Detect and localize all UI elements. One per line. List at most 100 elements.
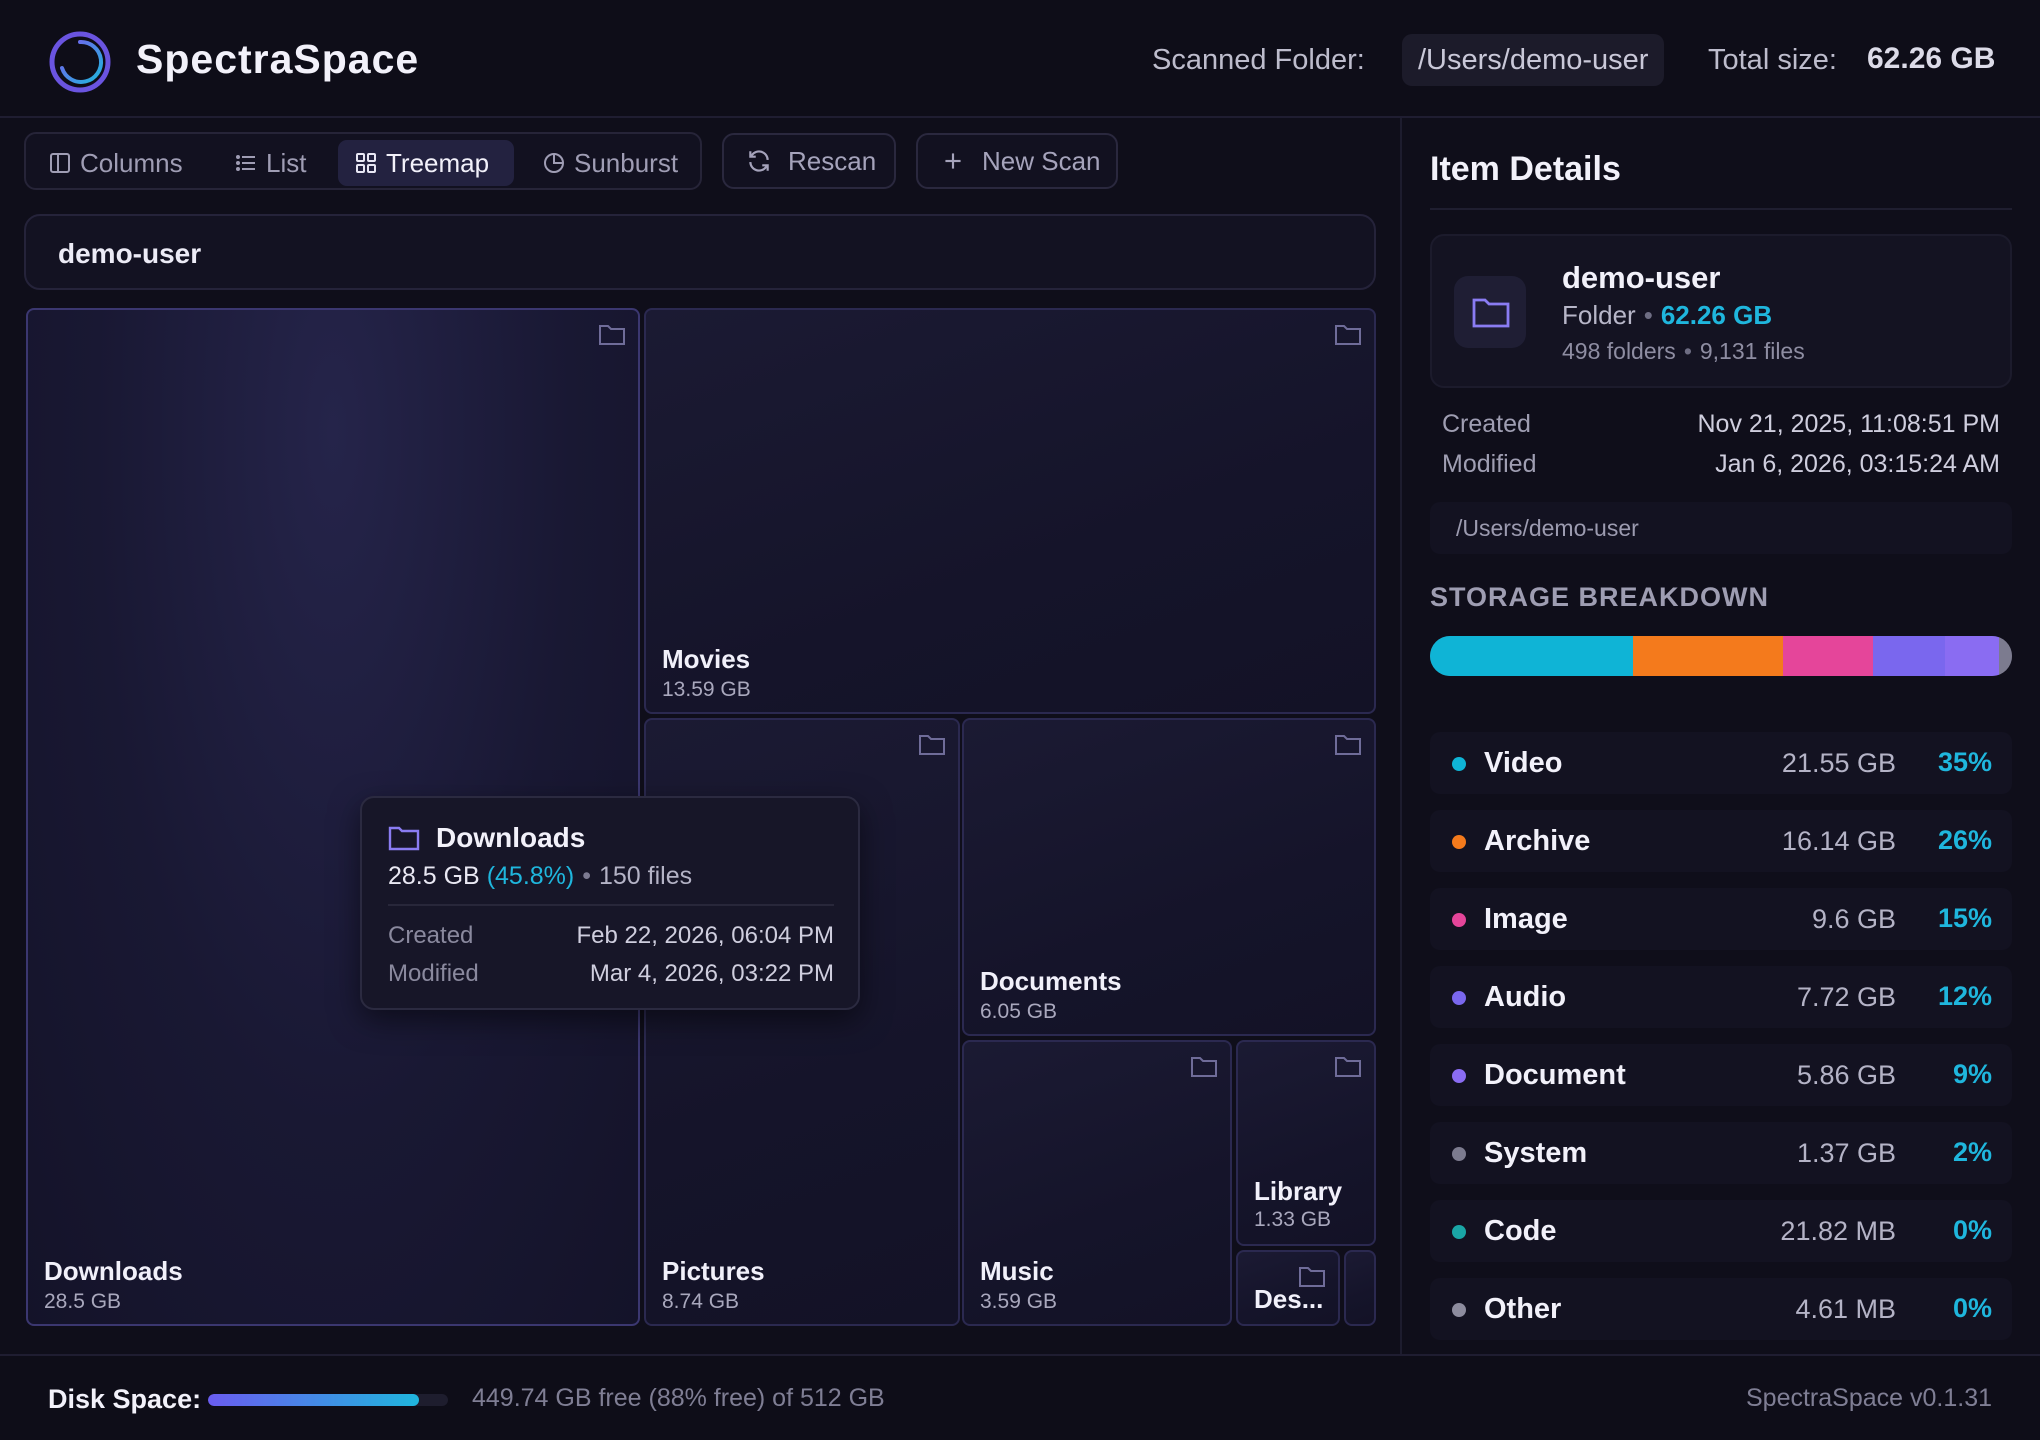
view-sunburst-label: Sunburst (574, 148, 679, 178)
storage-segment-archive (1632, 636, 1784, 676)
columns-icon (50, 153, 70, 173)
details-divider (1430, 208, 2012, 210)
view-sunburst-button[interactable]: Sunburst (526, 140, 690, 186)
details-files: 9,131 files (1699, 338, 1805, 364)
category-name: Audio (1484, 981, 1567, 1013)
details-created-value: Nov 21, 2025, 11:08:51 PM (1697, 410, 2000, 438)
category-size: 9.6 GB (1811, 904, 1896, 934)
category-color-dot (1452, 913, 1466, 927)
tile-name: Downloads (44, 1256, 183, 1286)
storage-breakdown-bar (1430, 636, 2012, 676)
details-counts: 498 folders • 9,131 files (1562, 338, 1805, 365)
details-created-label: Created (1442, 410, 1531, 438)
view-columns-button[interactable]: Columns (32, 140, 202, 186)
tile-size: 8.74 GB (662, 1290, 740, 1313)
status-bar: Disk Space: 449.74 GB free (88% free) of… (0, 1354, 2040, 1440)
details-path-box[interactable]: /Users/demo-user (1430, 502, 2012, 554)
folder-icon (1191, 1057, 1217, 1077)
storage-category-row[interactable]: Audio 7.72 GB 12% (1430, 966, 2012, 1028)
disk-space-label: Disk Space: (48, 1384, 202, 1414)
treemap-tile-movies[interactable]: Movies 13.59 GB (644, 308, 1376, 714)
view-treemap-button[interactable]: Treemap (338, 140, 514, 186)
rescan-label: Rescan (788, 146, 877, 176)
folder-icon (599, 325, 625, 345)
category-percent: 26% (1937, 825, 1992, 855)
total-size-value: 62.26 GB (1867, 42, 1996, 75)
category-percent: 12% (1937, 981, 1992, 1011)
category-color-dot (1452, 1069, 1466, 1083)
treemap-tile-desktop[interactable]: Des... (1236, 1250, 1340, 1326)
category-name: Document (1484, 1059, 1626, 1091)
tooltip-created-value: Feb 22, 2026, 06:04 PM (576, 922, 834, 949)
tile-size: 3.59 GB (980, 1290, 1058, 1313)
details-type: Folder (1562, 300, 1636, 330)
app-header: SpectraSpace Scanned Folder: /Users/demo… (0, 0, 2040, 118)
tile-size: 28.5 GB (44, 1290, 122, 1313)
new-scan-button[interactable]: New Scan (916, 133, 1118, 189)
details-folder-badge (1454, 276, 1526, 348)
category-percent: 2% (1952, 1137, 1992, 1167)
category-name: Video (1484, 747, 1563, 779)
tooltip-size: 28.5 GB (388, 862, 480, 890)
treemap-tile-library[interactable]: Library 1.33 GB (1236, 1040, 1376, 1246)
treemap-tile-small[interactable] (1344, 1250, 1376, 1326)
storage-breakdown-title: STORAGE BREAKDOWN (1430, 582, 1770, 612)
tile-size: 13.59 GB (662, 678, 751, 701)
tooltip-divider (388, 904, 834, 906)
tile-name: Music (980, 1256, 1054, 1286)
category-percent: 0% (1952, 1215, 1992, 1245)
category-size: 21.55 GB (1781, 748, 1896, 778)
details-title: Item Details (1430, 150, 1621, 188)
view-list-button[interactable]: List (218, 140, 328, 186)
folder-icon (919, 735, 945, 755)
category-size: 5.86 GB (1796, 1060, 1896, 1090)
storage-category-row[interactable]: Video 21.55 GB 35% (1430, 732, 2012, 794)
category-color-dot (1452, 1303, 1466, 1317)
details-size: 62.26 GB (1660, 300, 1773, 330)
storage-segment-system (1999, 636, 2012, 676)
category-size: 7.72 GB (1796, 982, 1896, 1012)
tile-name: Movies (662, 644, 751, 674)
breadcrumb[interactable]: demo-user (24, 214, 1376, 290)
breadcrumb-current[interactable]: demo-user (58, 238, 201, 270)
tile-name: Pictures (662, 1256, 765, 1286)
details-separator: • (1683, 338, 1692, 364)
category-percent: 0% (1952, 1293, 1992, 1323)
tooltip-modified-value: Mar 4, 2026, 03:22 PM (589, 960, 834, 987)
category-name: Code (1484, 1215, 1557, 1247)
category-name: Image (1484, 903, 1568, 935)
details-path: /Users/demo-user (1456, 515, 1639, 541)
view-columns-label: Columns (80, 148, 183, 178)
tile-size: 1.33 GB (1254, 1208, 1332, 1231)
storage-category-row[interactable]: Archive 16.14 GB 26% (1430, 810, 2012, 872)
treemap-tile-music[interactable]: Music 3.59 GB (962, 1040, 1232, 1326)
scanned-folder-path[interactable]: /Users/demo-user (1402, 34, 1665, 86)
category-size: 1.37 GB (1796, 1138, 1896, 1168)
panel-divider (1400, 118, 1402, 1354)
storage-category-row[interactable]: Image 9.6 GB 15% (1430, 888, 2012, 950)
scanned-folder-label: Scanned Folder: (1152, 44, 1365, 76)
category-color-dot (1452, 835, 1466, 849)
details-card: demo-user Folder • 62.26 GB 498 folders • 9,… (1430, 234, 2012, 388)
treemap-icon (356, 153, 376, 173)
tooltip-percent: (45.8%) (486, 862, 575, 890)
tooltip-created-label: Created (388, 922, 474, 949)
details-folders: 498 folders (1562, 338, 1676, 364)
storage-category-row[interactable]: Code 21.82 MB 0% (1430, 1200, 2012, 1262)
treemap-tile-documents[interactable]: Documents 6.05 GB (962, 718, 1376, 1036)
storage-category-row[interactable]: System 1.37 GB 2% (1430, 1122, 2012, 1184)
tile-name: Library (1254, 1176, 1343, 1206)
storage-category-row[interactable]: Document 5.86 GB 9% (1430, 1044, 2012, 1106)
list-icon (236, 155, 255, 171)
disk-space-fill (208, 1394, 420, 1406)
category-color-dot (1452, 757, 1466, 771)
treemap-tooltip: Downloads 28.5 GB (45.8%) • 150 files Crea… (360, 796, 860, 1010)
storage-category-row[interactable]: Other 4.61 MB 0% (1430, 1278, 2012, 1340)
category-color-dot (1452, 1147, 1466, 1161)
tooltip-title: Downloads (436, 822, 586, 853)
rescan-button[interactable]: Rescan (722, 133, 896, 189)
category-color-dot (1452, 1225, 1466, 1239)
folder-icon (1335, 735, 1361, 755)
folder-icon (1472, 298, 1510, 328)
app-logo-icon (49, 31, 111, 93)
